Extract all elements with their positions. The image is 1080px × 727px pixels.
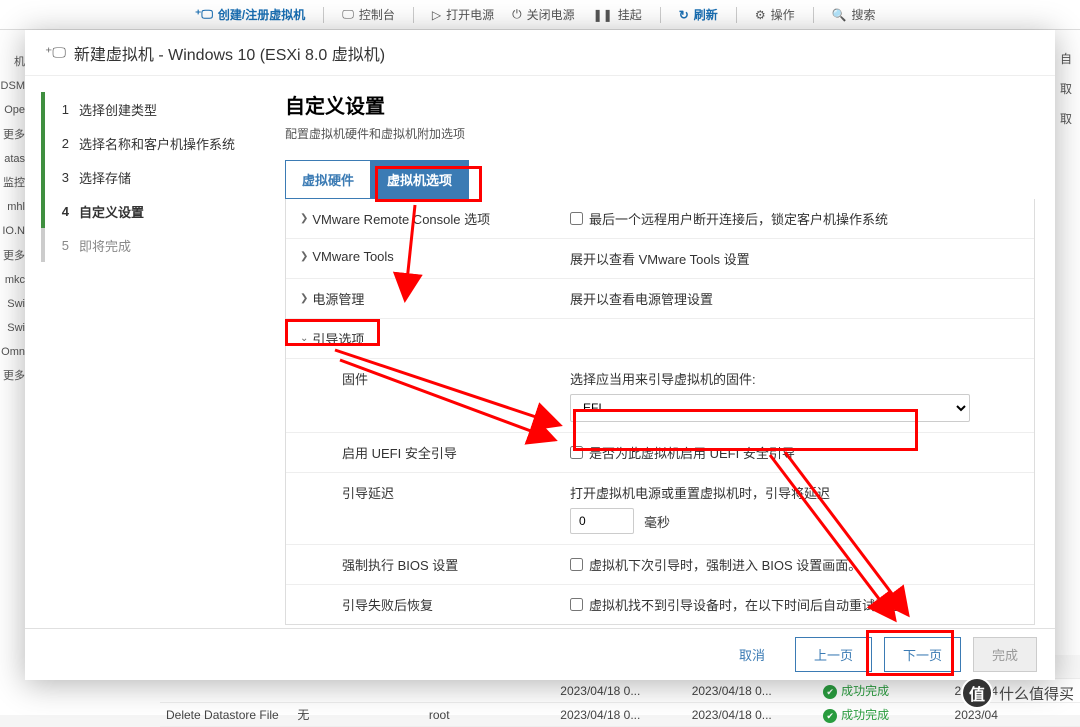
watermark-icon: 值 xyxy=(961,677,993,709)
chevron-right-icon: ❯ xyxy=(300,251,308,262)
table-row: 2023/04/18 0...2023/04/18 0...成功完成2023/0… xyxy=(160,679,1080,703)
vm-icon: ⁺🖵 xyxy=(45,44,66,61)
toolbar-console[interactable]: 🖵 控制台 xyxy=(342,6,395,23)
modal-title: 新建虚拟机 - Windows 10 (ESXi 8.0 虚拟机) xyxy=(74,41,385,65)
modal-footer: 取消 上一页 下一页 完成 xyxy=(25,628,1055,680)
toolbar-actions[interactable]: ⚙ 操作 xyxy=(755,6,795,23)
prev-button[interactable]: 上一页 xyxy=(795,637,872,672)
new-vm-wizard-modal: ⁺🖵 新建虚拟机 - Windows 10 (ESXi 8.0 虚拟机) 1选择… xyxy=(25,30,1055,680)
force-bios-checkbox[interactable] xyxy=(570,558,583,571)
toolbar-refresh[interactable]: ↻ 刷新 xyxy=(679,6,718,23)
tab-virtual-hardware[interactable]: 虚拟硬件 xyxy=(285,160,370,199)
row-boot-delay: 引导延迟 打开虚拟机电源或重置虚拟机时，引导将延迟 毫秒 xyxy=(286,473,1034,545)
boot-fail-checkbox[interactable] xyxy=(570,598,583,611)
boot-delay-input[interactable] xyxy=(570,508,634,534)
chevron-down-icon: ⌄ xyxy=(300,333,308,344)
wizard-step-3[interactable]: 3选择存储 xyxy=(41,160,255,194)
row-remote-console[interactable]: ❯VMware Remote Console 选项 最后一个远程用户断开连接后，… xyxy=(286,199,1034,239)
cancel-button[interactable]: 取消 xyxy=(721,638,783,671)
toolbar-power-on[interactable]: ▷ 打开电源 xyxy=(432,6,494,23)
wizard-step-2[interactable]: 2选择名称和客户机操作系统 xyxy=(41,126,255,160)
toolbar-power-off[interactable]: ⏻ 关闭电源 xyxy=(512,6,575,23)
content-heading: 自定义设置 xyxy=(285,90,1035,119)
watermark-text: 什么值得买 xyxy=(999,683,1074,704)
secure-boot-checkbox[interactable] xyxy=(570,446,583,459)
options-panel: ❯VMware Remote Console 选项 最后一个远程用户断开连接后，… xyxy=(285,199,1035,625)
content-subtitle: 配置虚拟机硬件和虚拟机附加选项 xyxy=(285,125,1035,142)
wizard-step-5[interactable]: 5即将完成 xyxy=(41,228,255,262)
chevron-right-icon: ❯ xyxy=(300,213,308,224)
wizard-steps: 1选择创建类型 2选择名称和客户机操作系统 3选择存储 4自定义设置 5即将完成 xyxy=(25,76,255,628)
row-secure-boot: 启用 UEFI 安全引导 是否为此虚拟机启用 UEFI 安全引导 xyxy=(286,433,1034,473)
row-power-management[interactable]: ❯电源管理 展开以查看电源管理设置 xyxy=(286,279,1034,319)
wizard-content: 自定义设置 配置虚拟机硬件和虚拟机附加选项 虚拟硬件 虚拟机选项 ❯VMware… xyxy=(255,76,1055,628)
toolbar-create-vm[interactable]: ⁺🖵 创建/注册虚拟机 xyxy=(195,6,305,23)
wizard-step-4[interactable]: 4自定义设置 xyxy=(41,194,255,228)
watermark: 值 什么值得买 xyxy=(961,677,1074,709)
modal-header: ⁺🖵 新建虚拟机 - Windows 10 (ESXi 8.0 虚拟机) xyxy=(25,30,1055,76)
wizard-step-1[interactable]: 1选择创建类型 xyxy=(41,92,255,126)
chevron-right-icon: ❯ xyxy=(300,293,308,304)
tab-vm-options[interactable]: 虚拟机选项 xyxy=(370,160,469,199)
finish-button: 完成 xyxy=(973,637,1037,672)
settings-tabs: 虚拟硬件 虚拟机选项 xyxy=(285,160,1035,199)
row-boot-fail-recovery: 引导失败后恢复 虚拟机找不到引导设备时，在以下时间后自动重试引导 xyxy=(286,585,1034,624)
toolbar-suspend[interactable]: ❚❚ 挂起 xyxy=(593,6,642,23)
table-row: Delete Datastore File无root2023/04/18 0..… xyxy=(160,703,1080,727)
row-vmware-tools[interactable]: ❯VMware Tools 展开以查看 VMware Tools 设置 xyxy=(286,239,1034,279)
main-toolbar: ⁺🖵 创建/注册虚拟机 🖵 控制台 ▷ 打开电源 ⏻ 关闭电源 ❚❚ 挂起 ↻ … xyxy=(0,0,1080,30)
remote-console-lock-checkbox[interactable] xyxy=(570,212,583,225)
row-force-bios: 强制执行 BIOS 设置 虚拟机下次引导时，强制进入 BIOS 设置画面。 xyxy=(286,545,1034,585)
firmware-select[interactable]: EFI xyxy=(570,394,970,422)
background-sidebar: 机 DSM Ope 更多 atas 监控 mhl IO.N 更多 mkc Swi… xyxy=(0,30,25,630)
row-boot-options[interactable]: ⌄引导选项 xyxy=(286,319,1034,359)
toolbar-search[interactable]: 🔍 搜索 xyxy=(832,6,876,23)
background-right-fragments: 自 取 取 xyxy=(1060,44,1080,134)
row-firmware: 固件 选择应当用来引导虚拟机的固件: EFI xyxy=(286,359,1034,433)
next-button[interactable]: 下一页 xyxy=(884,637,961,672)
